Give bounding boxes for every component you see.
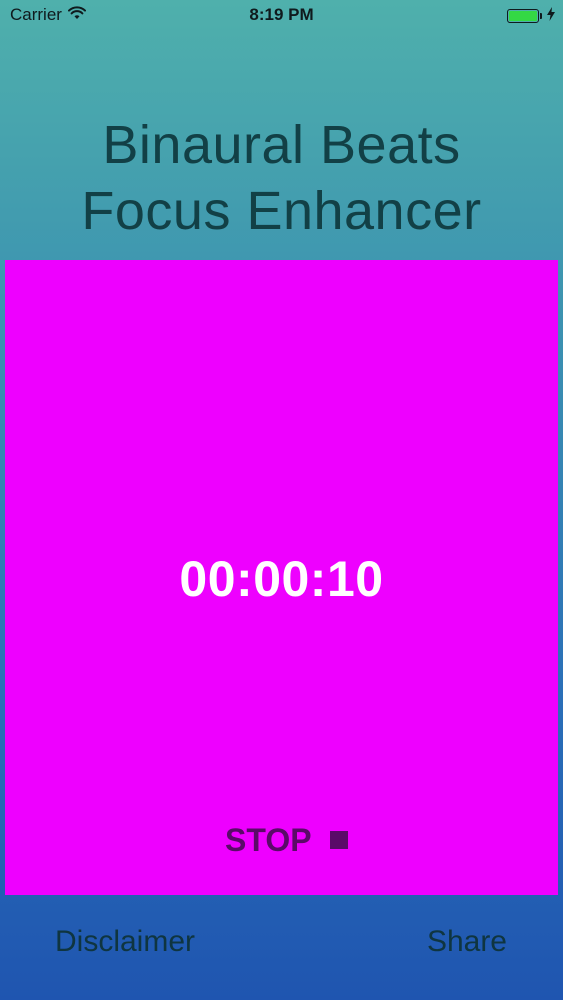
battery-icon bbox=[507, 9, 542, 23]
app-title: Binaural Beats Focus Enhancer bbox=[0, 112, 563, 244]
disclaimer-button[interactable]: Disclaimer bbox=[55, 925, 195, 959]
status-bar: Carrier 8:19 PM bbox=[0, 0, 563, 30]
timer-panel: 00:00:10 STOP bbox=[5, 260, 558, 895]
app-title-line1: Binaural Beats bbox=[102, 115, 461, 175]
timer-display: 00:00:10 bbox=[179, 551, 384, 607]
app-title-line2: Focus Enhancer bbox=[81, 181, 482, 241]
bottom-bar: Disclaimer Share bbox=[0, 895, 563, 1000]
share-button[interactable]: Share bbox=[427, 925, 507, 959]
stop-button[interactable]: STOP bbox=[225, 820, 348, 860]
status-right bbox=[507, 6, 555, 26]
status-time: 8:19 PM bbox=[249, 5, 314, 24]
battery-fill bbox=[509, 11, 537, 21]
stop-square-icon bbox=[329, 831, 348, 849]
stop-label: STOP bbox=[225, 821, 312, 858]
charging-bolt-icon bbox=[547, 6, 555, 26]
